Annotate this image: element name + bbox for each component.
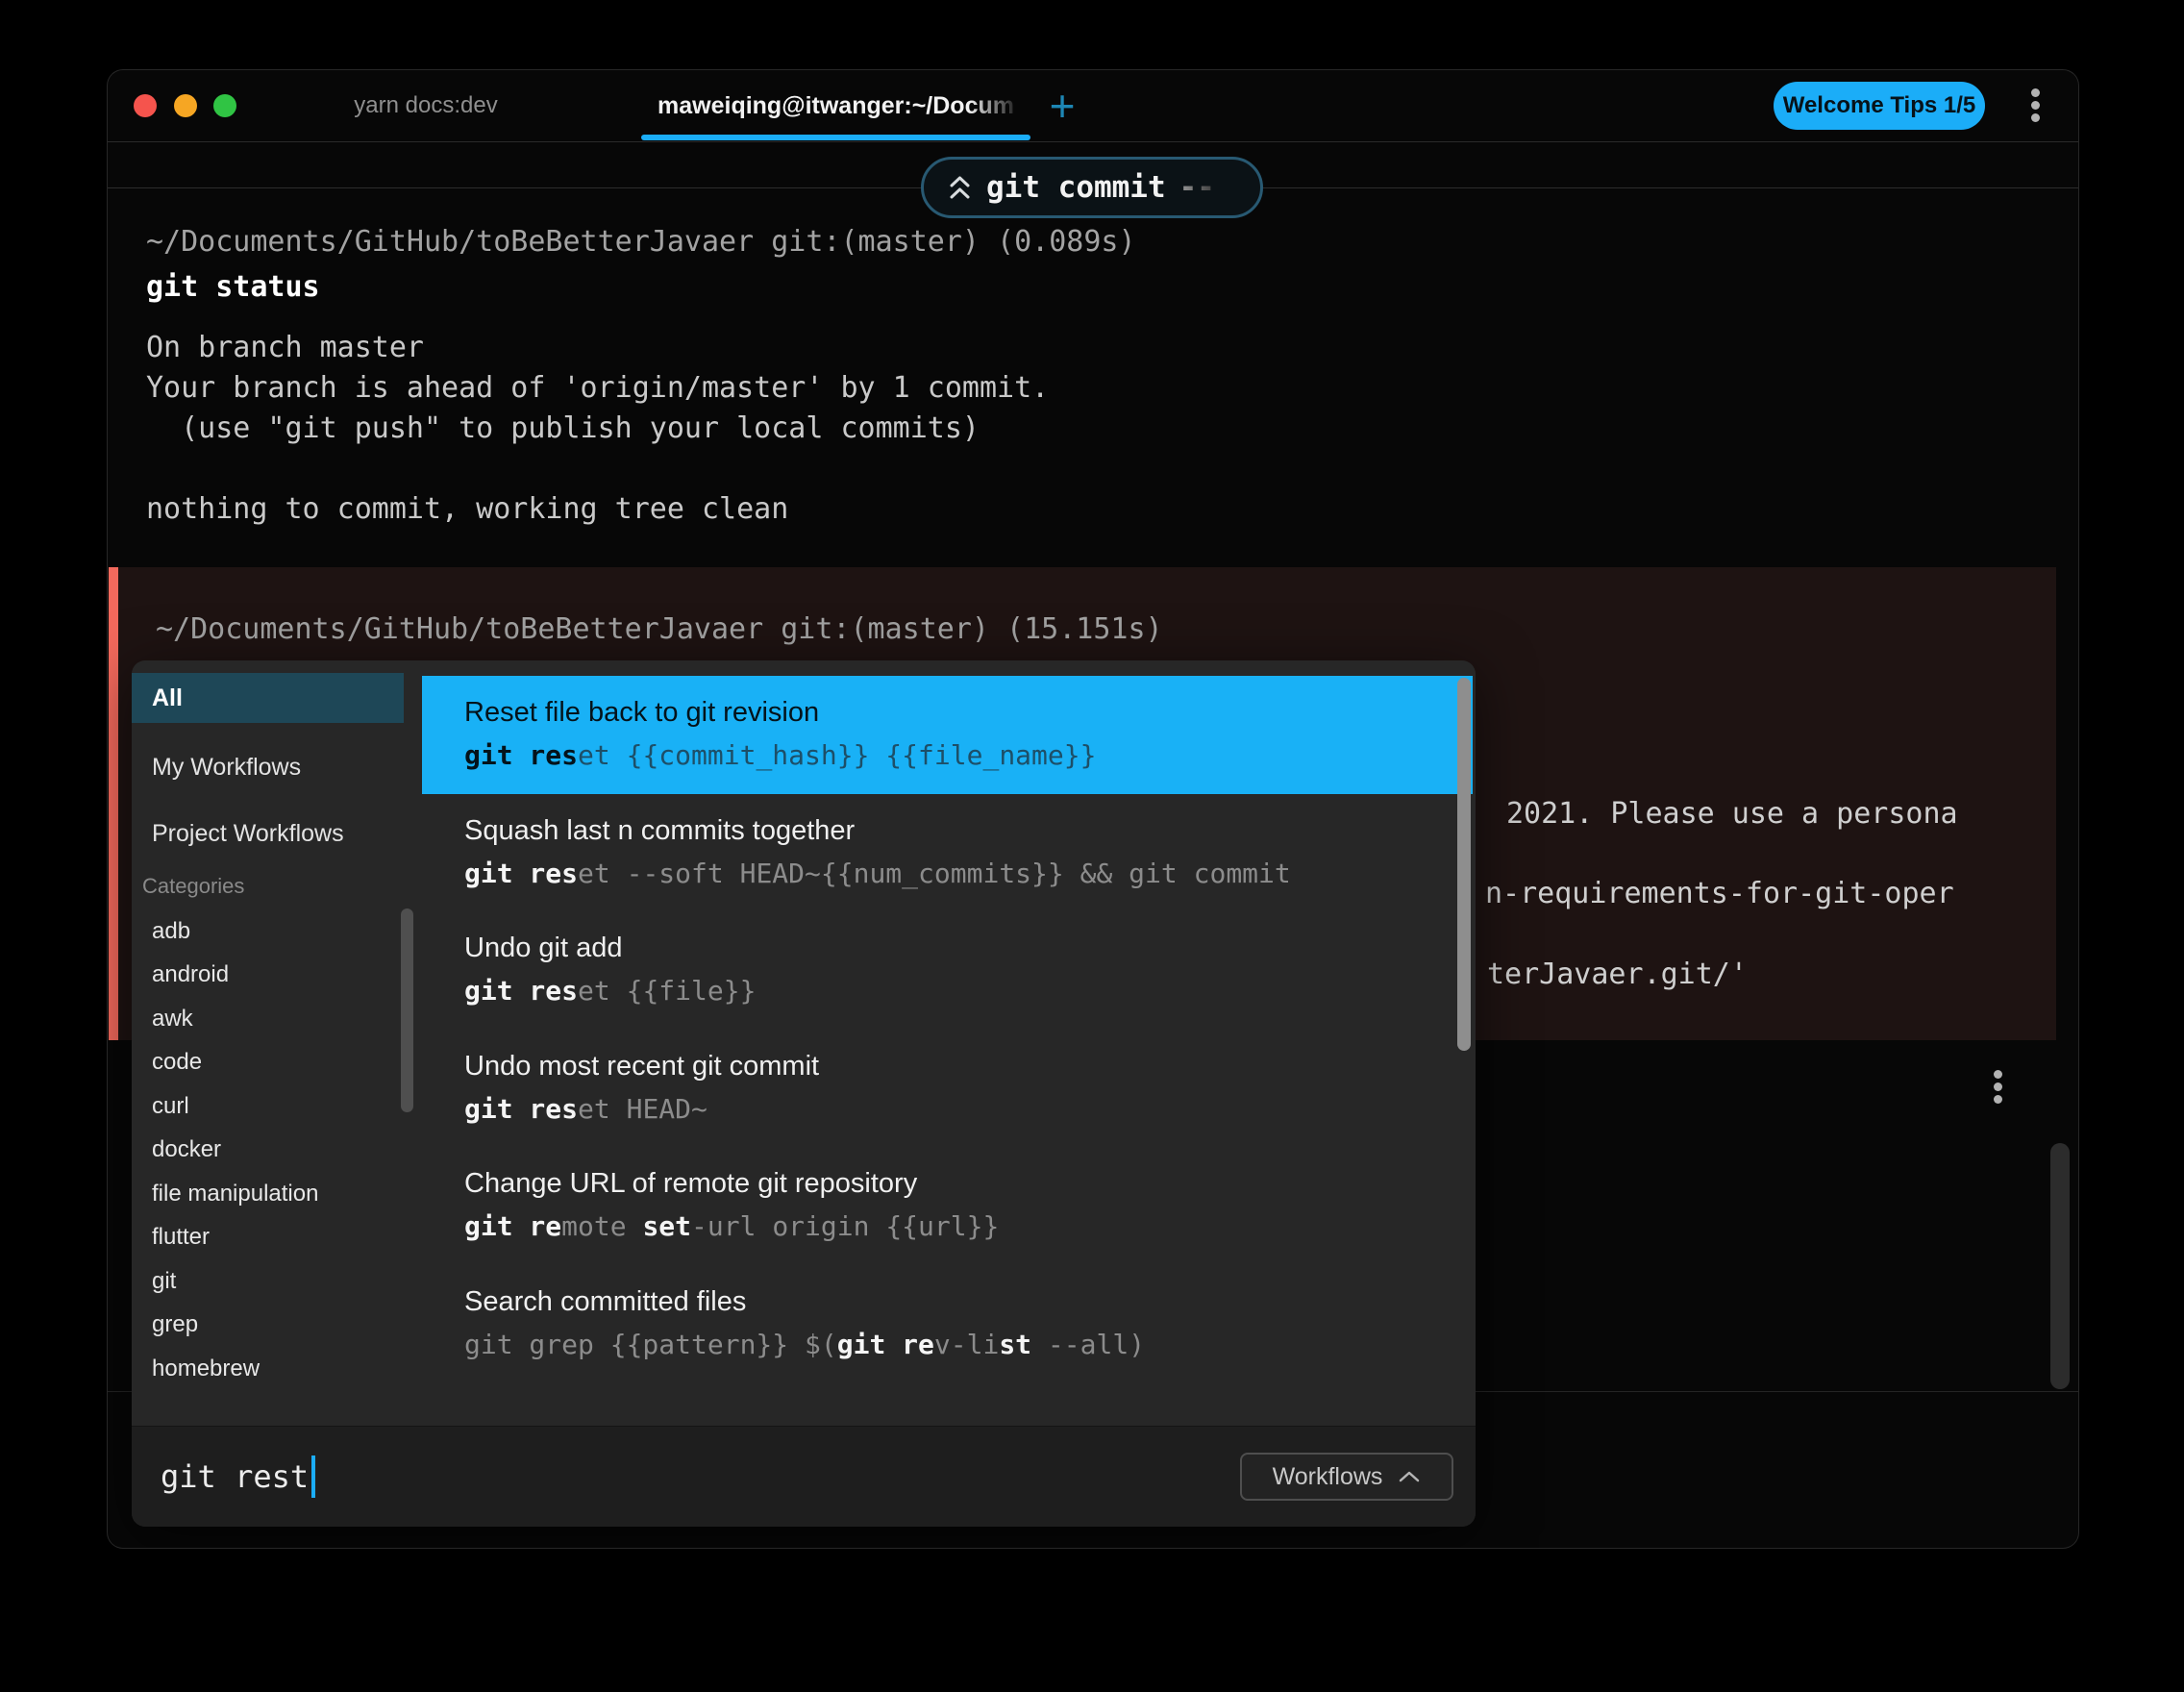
tab-label: maweiqing@itwanger:~/Docum <box>658 92 1014 120</box>
output-line: Your branch is ahead of 'origin/master' … <box>146 368 1136 409</box>
sticky-command-text: git commit <box>986 170 1166 205</box>
clipped-output-line: 2021. Please use a persona <box>1506 797 1958 831</box>
output-line: (use "git push" to publish your local co… <box>146 409 1136 449</box>
sidebar-category-item[interactable]: android <box>132 954 404 998</box>
terminal-window: yarn docs:dev maweiqing@itwanger:~/Docum… <box>108 70 2078 1548</box>
sticky-command-suffix: -- <box>1179 170 1215 205</box>
output-line: On branch master <box>146 328 1136 368</box>
output-line: nothing to commit, working tree clean <box>146 489 1136 530</box>
sidebar-category-item[interactable]: homebrew <box>132 1347 404 1391</box>
active-tab-underline <box>641 135 1030 140</box>
sidebar-category-item[interactable]: awk <box>132 997 404 1041</box>
zoom-window-icon[interactable] <box>213 94 236 117</box>
window-menu-icon[interactable] <box>2021 88 2049 122</box>
workflow-command: git grep {{pattern}} $(git rev-list --al… <box>464 1329 1473 1361</box>
workflow-list-scrollbar-thumb[interactable] <box>1457 678 1471 1051</box>
sidebar-category-item[interactable]: curl <box>132 1084 404 1129</box>
text-cursor <box>311 1456 315 1498</box>
sidebar-item-project-workflows[interactable]: Project Workflows <box>132 811 404 856</box>
clipped-output-line: n-requirements-for-git-oper <box>1485 877 1954 910</box>
workflow-command: git remote set-url origin {{url}} <box>464 1210 1473 1243</box>
workflow-command: git reset --soft HEAD~{{num_commits}} &&… <box>464 858 1473 890</box>
sidebar-category-item[interactable]: grep <box>132 1304 404 1348</box>
double-chevron-up-icon <box>947 173 973 202</box>
sidebar-category-item[interactable]: adb <box>132 909 404 954</box>
window-scrollbar-thumb[interactable] <box>2050 1143 2070 1389</box>
workflow-item[interactable]: Reset file back to git revision git rese… <box>422 676 1473 794</box>
categories-label: Categories <box>132 875 404 898</box>
workflow-item[interactable]: Search committed files git grep {{patter… <box>422 1265 1473 1383</box>
output-line <box>146 449 1136 489</box>
chevron-up-icon <box>1398 1469 1421 1484</box>
minimize-window-icon[interactable] <box>174 94 197 117</box>
workflow-item[interactable]: Squash last n commits together git reset… <box>422 794 1473 912</box>
workflow-title: Undo git add <box>464 932 1473 964</box>
sidebar-category-item[interactable]: git <box>132 1259 404 1304</box>
workflow-command: git reset {{commit_hash}} {{file_name}} <box>464 739 1473 772</box>
workflow-command: git reset {{file}} <box>464 975 1473 1008</box>
workflow-title: Squash last n commits together <box>464 814 1473 847</box>
close-window-icon[interactable] <box>134 94 157 117</box>
sidebar-item-all[interactable]: All <box>132 673 404 723</box>
palette-input-bar: git rest Workflows <box>132 1426 1476 1527</box>
tab-label-fade <box>969 82 1030 128</box>
workflow-title: Change URL of remote git repository <box>464 1167 1473 1200</box>
welcome-tips-label: Welcome Tips 1/5 <box>1783 92 1976 119</box>
workflow-title: Undo most recent git commit <box>464 1050 1473 1082</box>
workflow-palette: All My Workflows Project Workflows Categ… <box>132 660 1476 1527</box>
sticky-command-pill[interactable]: git commit -- <box>921 157 1263 218</box>
prompt-line: ~/Documents/GitHub/toBeBetterJavaer git:… <box>156 610 1163 650</box>
workflow-title: Search committed files <box>464 1285 1473 1318</box>
clipped-output-line: terJavaer.git/' <box>1487 958 1748 991</box>
tab-yarn-docs[interactable]: yarn docs:dev <box>301 70 551 141</box>
welcome-tips-button[interactable]: Welcome Tips 1/5 <box>1774 82 1985 130</box>
workflows-dropdown-label: Workflows <box>1273 1463 1383 1491</box>
prompt-line: ~/Documents/GitHub/toBeBetterJavaer git:… <box>146 222 1136 262</box>
category-list: adbandroidawkcodecurldockerfile manipula… <box>132 909 404 1391</box>
command-text: git status <box>146 267 1136 308</box>
sidebar-category-item[interactable]: docker <box>132 1129 404 1173</box>
sidebar-category-item[interactable]: code <box>132 1041 404 1085</box>
workflow-list: Reset file back to git revision git rese… <box>422 660 1473 1410</box>
workflow-item[interactable]: Undo most recent git commit git reset HE… <box>422 1030 1473 1148</box>
workflow-command: git reset HEAD~ <box>464 1093 1473 1126</box>
workflow-item[interactable]: Change URL of remote git repository git … <box>422 1147 1473 1265</box>
search-input-value: git rest <box>161 1458 309 1495</box>
search-input[interactable]: git rest <box>161 1427 315 1527</box>
tab-label: yarn docs:dev <box>354 92 497 119</box>
command-block-success[interactable]: ~/Documents/GitHub/toBeBetterJavaer git:… <box>146 222 1136 530</box>
new-tab-button[interactable]: + <box>1033 77 1091 135</box>
sidebar-scrollbar-thumb[interactable] <box>401 908 413 1112</box>
workflow-title: Reset file back to git revision <box>464 696 1473 729</box>
sidebar-item-my-workflows[interactable]: My Workflows <box>132 745 404 789</box>
block-menu-icon[interactable] <box>1983 1070 2012 1104</box>
workflows-dropdown-button[interactable]: Workflows <box>1240 1453 1453 1501</box>
command-output: On branch masterYour branch is ahead of … <box>146 328 1136 530</box>
palette-sidebar: All My Workflows Project Workflows Categ… <box>132 660 404 1426</box>
workflow-item[interactable]: Undo git add git reset {{file}} <box>422 911 1473 1030</box>
tab-active-session[interactable]: maweiqing@itwanger:~/Docum <box>641 70 1030 141</box>
tab-bar: yarn docs:dev maweiqing@itwanger:~/Docum… <box>108 70 2078 142</box>
sidebar-category-item[interactable]: file manipulation <box>132 1172 404 1216</box>
sidebar-category-item[interactable]: flutter <box>132 1216 404 1260</box>
